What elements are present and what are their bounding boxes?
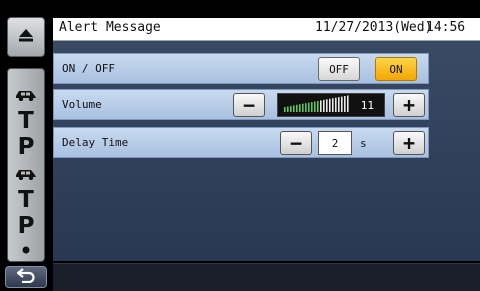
sidebar-list: T P T P — [7, 68, 45, 262]
plus-icon: + — [402, 93, 416, 117]
page-title: Alert Message — [59, 20, 161, 35]
volume-bar — [302, 103, 304, 112]
minus-icon: − — [242, 93, 256, 117]
back-arrow-icon — [15, 267, 37, 287]
car-icon — [14, 165, 38, 184]
sidebar-item-t-1[interactable]: T — [10, 109, 42, 133]
left-rail: T P T P — [4, 17, 47, 263]
volume-bar — [305, 103, 307, 112]
plus-icon: + — [402, 131, 416, 155]
volume-value: 11 — [360, 99, 374, 112]
off-button-label: OFF — [329, 62, 349, 76]
volume-row: Volume − 11 + — [53, 89, 429, 120]
volume-bar — [290, 105, 292, 112]
volume-bar — [335, 97, 337, 112]
volume-bar — [317, 100, 319, 112]
sidebar-item-p-2[interactable]: P — [10, 214, 42, 238]
volume-bar — [323, 99, 325, 112]
volume-bar — [284, 107, 286, 112]
volume-bar — [287, 106, 289, 112]
volume-bar — [344, 96, 346, 112]
sidebar-item-label: T — [18, 107, 34, 134]
volume-bar — [311, 102, 313, 112]
volume-bars — [284, 95, 349, 112]
settings-panel: ON / OFF OFF ON Volume − 11 + Delay Time… — [53, 41, 480, 261]
volume-bar — [308, 102, 310, 112]
sidebar-item-car-2[interactable] — [10, 162, 42, 186]
volume-plus-button[interactable]: + — [393, 93, 425, 117]
onoff-row: ON / OFF OFF ON — [53, 53, 429, 84]
delay-value-text: 2 — [331, 136, 339, 150]
bottom-bar — [53, 263, 480, 291]
volume-bar — [296, 104, 298, 112]
volume-label: Volume — [62, 98, 102, 111]
sidebar-item-label: P — [17, 133, 35, 160]
title-bar: Alert Message 11/27/2013(Wed) 14:56 — [53, 18, 480, 41]
sidebar-item-p-1[interactable]: P — [10, 135, 42, 159]
volume-bar — [347, 95, 349, 112]
eject-icon — [17, 26, 35, 48]
volume-bar — [329, 98, 331, 112]
date-label: 11/27/2013(Wed) — [315, 20, 433, 35]
volume-bar — [293, 105, 295, 112]
back-button[interactable] — [5, 266, 47, 288]
off-button[interactable]: OFF — [318, 57, 360, 81]
delay-value: 2 — [318, 131, 352, 155]
volume-bar — [332, 98, 334, 112]
delay-label: Delay Time — [62, 136, 129, 149]
volume-bar — [338, 97, 340, 112]
sidebar-item-label: T — [18, 186, 34, 213]
screen: T P T P Alert Message 11/27/2013(Wed) 14… — [0, 0, 480, 291]
car-icon — [14, 86, 38, 105]
on-button-label: ON — [389, 62, 403, 76]
on-button[interactable]: ON — [375, 57, 417, 81]
eject-button[interactable] — [7, 17, 45, 57]
delay-unit: s — [360, 137, 367, 150]
delay-row: Delay Time − 2 s + — [53, 127, 429, 158]
volume-bar — [326, 99, 328, 112]
sidebar-item-dot[interactable] — [10, 237, 42, 261]
sidebar-item-label: P — [17, 212, 35, 239]
delay-minus-button[interactable]: − — [280, 131, 312, 155]
volume-bar — [299, 104, 301, 112]
onoff-label: ON / OFF — [62, 62, 115, 75]
volume-bar — [320, 100, 322, 112]
time-label: 14:56 — [426, 20, 466, 35]
sidebar-item-t-2[interactable]: T — [10, 188, 42, 212]
volume-bar — [314, 101, 316, 112]
volume-minus-button[interactable]: − — [233, 93, 265, 117]
minus-icon: − — [289, 131, 303, 155]
volume-meter: 11 — [277, 93, 385, 117]
delay-plus-button[interactable]: + — [393, 131, 425, 155]
sidebar-item-car-1[interactable] — [10, 83, 42, 107]
dot-icon — [21, 240, 31, 259]
volume-bar — [341, 96, 343, 112]
